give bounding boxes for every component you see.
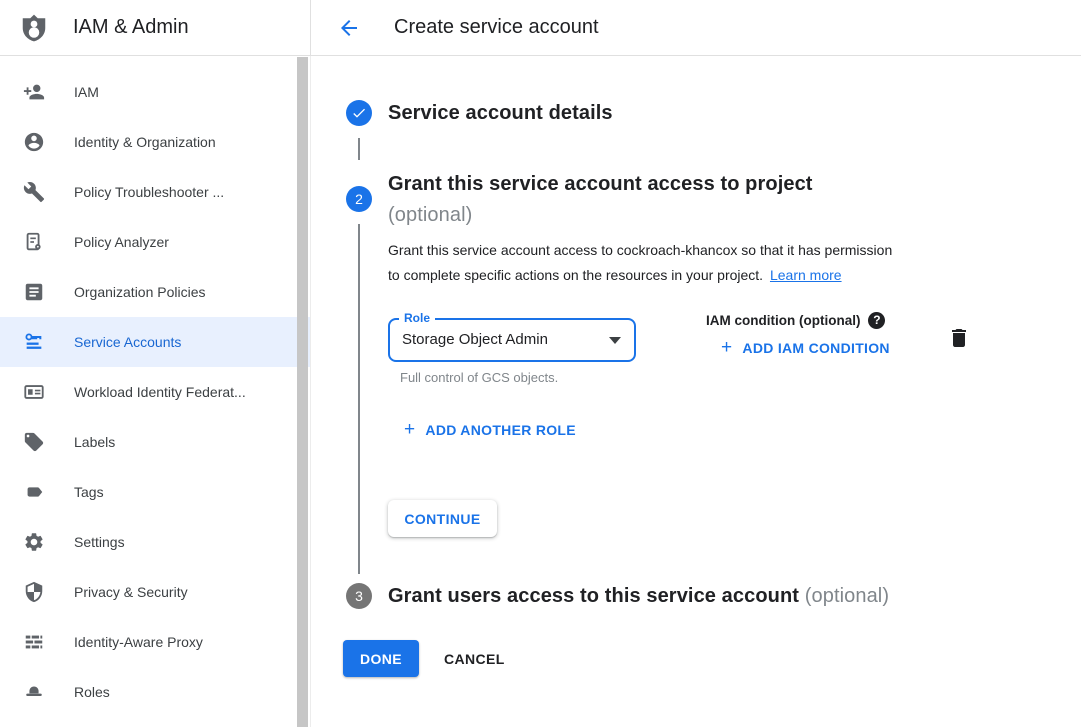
sidebar-item-label: Organization Policies [74,284,206,300]
sidebar-item-label: Policy Troubleshooter ... [74,184,224,200]
chevron-down-icon [609,337,621,344]
step2-number: 2 [355,191,363,207]
service-account-key-icon [22,330,46,354]
sidebar-item-label: IAM [74,84,99,100]
sidebar-item-label: Workload Identity Federat... [74,384,246,400]
delete-role-button[interactable] [947,326,971,350]
step2-indicator: 2 [346,186,372,212]
add-iam-condition-button[interactable]: + ADD IAM CONDITION [721,340,890,356]
cancel-button[interactable]: CANCEL [444,640,505,677]
sidebar-item-label: Roles [74,684,110,700]
gear-icon [22,530,46,554]
step1-completed-check-icon [346,100,372,126]
continue-button[interactable]: CONTINUE [388,500,497,537]
label-tag-icon [22,430,46,454]
step3-indicator: 3 [346,583,372,609]
plus-icon: + [721,340,732,356]
wrench-icon [22,180,46,204]
role-helper-text: Full control of GCS objects. [400,370,558,385]
sidebar-item-privacy-security[interactable]: Privacy & Security [0,567,310,617]
step2-title: Grant this service account access to pro… [388,169,1008,231]
sidebar-scrollbar[interactable] [297,57,308,727]
step2-title-text: Grant this service account access to pro… [388,173,813,195]
iam-condition-label: IAM condition (optional) [706,313,860,328]
description-line1: Grant this service account access to coc… [388,238,1008,263]
product-name: IAM & Admin [73,16,189,39]
sidebar-item-policy-analyzer[interactable]: Policy Analyzer [0,217,310,267]
sidebar-item-policy-troubleshooter[interactable]: Policy Troubleshooter ... [0,167,310,217]
step3-optional-label: (optional) [805,585,889,607]
help-icon[interactable]: ? [868,312,885,329]
step3-title-text: Grant users access to this service accou… [388,585,799,607]
person-circle-icon [22,130,46,154]
sidebar-item-label: Service Accounts [74,334,181,350]
iam-shield-logo-icon [19,12,49,44]
step3-title: Grant users access to this service accou… [388,582,889,610]
article-icon [22,280,46,304]
back-button[interactable] [336,15,362,41]
sidebar-item-settings[interactable]: Settings [0,517,310,567]
main-content: Service account details 2 Grant this ser… [311,56,1081,727]
sidebar-item-label: Settings [74,534,125,550]
sidebar: IAM Identity & Organization Policy Troub… [0,56,311,727]
stepper-connector [358,224,360,574]
role-selected-value: Storage Object Admin [402,320,548,360]
add-another-role-button[interactable]: + ADD ANOTHER ROLE [404,422,576,438]
app-header: IAM & Admin Create service account [0,0,1081,56]
document-gear-icon [22,230,46,254]
hat-icon [22,680,46,704]
sidebar-item-label: Identity-Aware Proxy [74,634,203,650]
sidebar-item-label: Policy Analyzer [74,234,169,250]
stepper-connector [358,138,360,160]
add-iam-condition-label: ADD IAM CONDITION [742,340,889,356]
sidebar-item-label: Tags [74,484,104,500]
iam-condition-header: IAM condition (optional) ? [706,312,885,329]
trash-icon [947,326,971,350]
sidebar-item-label: Privacy & Security [74,584,188,600]
person-add-icon [22,80,46,104]
step2-optional-label: (optional) [388,204,472,226]
sidebar-item-service-accounts[interactable]: Service Accounts [0,317,310,367]
sidebar-item-labels[interactable]: Labels [0,417,310,467]
step2-description: Grant this service account access to coc… [388,238,1008,288]
page-header: Create service account [311,0,1081,55]
sidebar-item-label: Labels [74,434,115,450]
step3-number: 3 [355,588,363,604]
step1-title: Service account details [388,99,613,127]
plus-icon: + [404,422,415,438]
proxy-rows-icon [22,630,46,654]
sidebar-item-tags[interactable]: Tags [0,467,310,517]
description-line2: to complete specific actions on the reso… [388,263,1008,288]
badge-card-icon [22,380,46,404]
back-arrow-icon [337,16,361,40]
sidebar-item-iam[interactable]: IAM [0,67,310,117]
sidebar-item-workload-identity-federation[interactable]: Workload Identity Federat... [0,367,310,417]
tag-arrow-icon [22,480,46,504]
sidebar-item-identity-organization[interactable]: Identity & Organization [0,117,310,167]
sidebar-item-identity-aware-proxy[interactable]: Identity-Aware Proxy [0,617,310,667]
sidebar-item-label: Identity & Organization [74,134,216,150]
page-title: Create service account [394,16,599,39]
shield-half-icon [22,580,46,604]
product-header: IAM & Admin [0,0,311,55]
sidebar-item-organization-policies[interactable]: Organization Policies [0,267,310,317]
role-select[interactable]: Role Storage Object Admin [388,318,636,362]
sidebar-item-roles[interactable]: Roles [0,667,310,717]
done-button[interactable]: DONE [343,640,419,677]
add-another-role-label: ADD ANOTHER ROLE [425,422,576,438]
learn-more-link[interactable]: Learn more [770,267,842,283]
